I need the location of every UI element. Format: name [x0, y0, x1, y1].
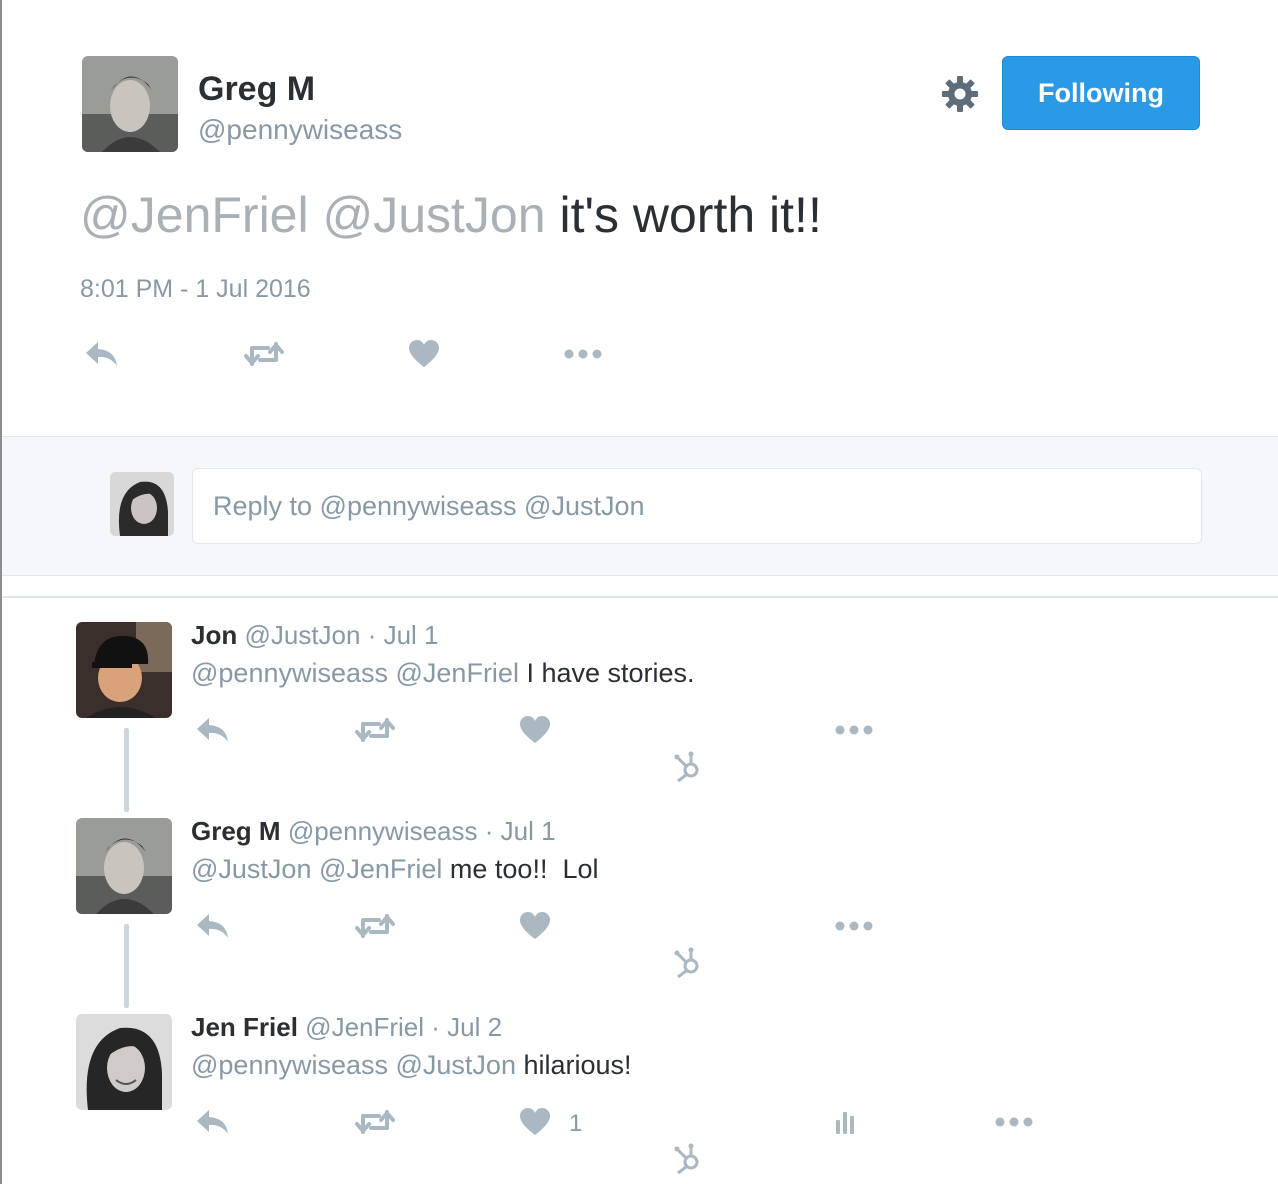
- window-edge: [0, 0, 2, 1184]
- following-button[interactable]: Following: [1002, 56, 1200, 130]
- author-avatar[interactable]: [82, 56, 178, 152]
- tweet-text: @JenFriel @JustJon it's worth it!!: [80, 186, 822, 244]
- reply-icon[interactable]: [192, 908, 234, 944]
- hubspot-icon[interactable]: [672, 1142, 702, 1176]
- divider: [2, 596, 1278, 598]
- reply-date[interactable]: · Jul 1: [368, 620, 439, 650]
- more-icon[interactable]: [993, 1104, 1035, 1140]
- analytics-icon[interactable]: [826, 1104, 868, 1140]
- heart-icon[interactable]: [514, 1104, 556, 1140]
- more-icon[interactable]: [563, 336, 603, 372]
- reply-avatar-jen[interactable]: [76, 1014, 172, 1110]
- author-handle[interactable]: @pennywiseass: [198, 114, 402, 146]
- retweet-icon[interactable]: [354, 1104, 396, 1140]
- thread-connector: [124, 728, 129, 812]
- reply-header: Greg M @pennywiseass · Jul 1: [191, 816, 556, 847]
- reply-author-handle[interactable]: @JenFriel: [305, 1012, 424, 1042]
- reply-date[interactable]: · Jul 2: [431, 1012, 502, 1042]
- hubspot-icon[interactable]: [672, 946, 702, 980]
- heart-icon[interactable]: [404, 336, 444, 372]
- tweet-mentions[interactable]: @JenFriel @JustJon: [80, 187, 546, 243]
- hubspot-icon[interactable]: [672, 750, 702, 784]
- reply-mentions[interactable]: @pennywiseass @JenFriel: [191, 658, 519, 688]
- thread-connector: [124, 924, 129, 1008]
- heart-icon[interactable]: [514, 908, 556, 944]
- more-icon[interactable]: [833, 908, 875, 944]
- reply-author-name[interactable]: Greg M: [191, 816, 281, 846]
- retweet-icon[interactable]: [354, 908, 396, 944]
- reply-avatar-jon[interactable]: [76, 622, 172, 718]
- reply-avatar-greg[interactable]: [76, 818, 172, 914]
- retweet-icon[interactable]: [354, 712, 396, 748]
- reply-author-handle[interactable]: @pennywiseass: [288, 816, 478, 846]
- author-name[interactable]: Greg M: [198, 70, 315, 109]
- reply-author-handle[interactable]: @JustJon: [244, 620, 360, 650]
- reply-text: @JustJon @JenFriel me too!! Lol: [191, 854, 599, 885]
- heart-icon[interactable]: [514, 712, 556, 748]
- reply-icon[interactable]: [192, 712, 234, 748]
- reply-body: I have stories.: [518, 658, 695, 688]
- reply-header: Jen Friel @JenFriel · Jul 2: [191, 1012, 502, 1043]
- reply-icon[interactable]: [192, 1104, 234, 1140]
- reply-date[interactable]: · Jul 1: [485, 816, 556, 846]
- reply-body: me too!! Lol: [442, 854, 599, 884]
- tweet-body: it's worth it!!: [545, 187, 822, 243]
- retweet-icon[interactable]: [244, 336, 284, 372]
- tweet-timestamp[interactable]: 8:01 PM - 1 Jul 2016: [80, 275, 311, 304]
- reply-header: Jon @JustJon · Jul 1: [191, 620, 439, 651]
- more-icon[interactable]: [833, 712, 875, 748]
- current-user-avatar: [110, 472, 174, 536]
- reply-author-name[interactable]: Jon: [191, 620, 237, 650]
- reply-text: @pennywiseass @JenFriel I have stories.: [191, 658, 695, 689]
- like-count: 1: [569, 1110, 583, 1137]
- reply-text: @pennywiseass @JustJon hilarious!: [191, 1050, 632, 1081]
- reply-mentions[interactable]: @JustJon @JenFriel: [191, 854, 442, 884]
- reply-input[interactable]: [192, 468, 1202, 544]
- reply-body: hilarious!: [515, 1050, 632, 1080]
- gear-icon[interactable]: [940, 74, 980, 114]
- reply-icon[interactable]: [82, 336, 122, 372]
- reply-mentions[interactable]: @pennywiseass @JustJon: [191, 1050, 516, 1080]
- reply-author-name[interactable]: Jen Friel: [191, 1012, 298, 1042]
